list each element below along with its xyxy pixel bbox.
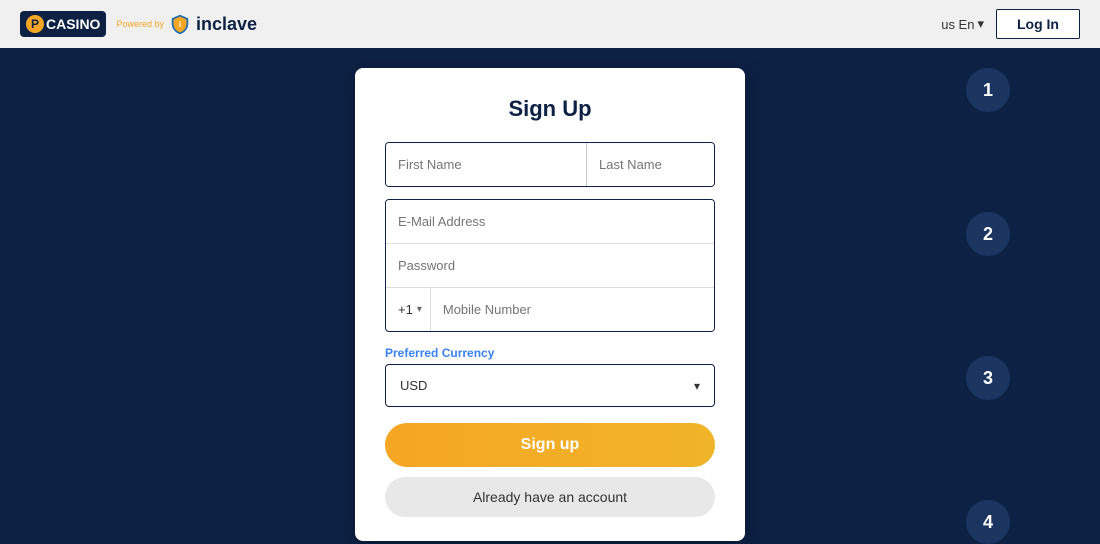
step-3-circle: 3 bbox=[966, 356, 1010, 400]
phone-prefix-text: +1 bbox=[398, 302, 413, 317]
punt-casino-text: CASINO bbox=[46, 16, 100, 32]
svg-text:i: i bbox=[179, 20, 181, 29]
signup-button[interactable]: Sign up bbox=[385, 423, 715, 467]
powered-by-text: Powered by bbox=[116, 19, 164, 30]
chevron-down-icon: ▾ bbox=[417, 304, 422, 315]
header-left: P CASINO Powered by i inclave bbox=[20, 11, 257, 37]
login-button[interactable]: Log In bbox=[996, 9, 1080, 39]
step-4-circle: 4 bbox=[966, 500, 1010, 544]
step-circles: 1 2 3 4 bbox=[966, 68, 1010, 544]
signup-card: Sign Up +1 ▾ Preferred Currency USD ▾ bbox=[355, 68, 745, 541]
chevron-down-icon: ▾ bbox=[694, 379, 700, 393]
already-have-account-button[interactable]: Already have an account bbox=[385, 477, 715, 517]
punt-p-letter: P bbox=[26, 15, 44, 33]
chevron-down-icon: ▾ bbox=[977, 16, 984, 32]
step-2-circle: 2 bbox=[966, 212, 1010, 256]
phone-prefix-selector[interactable]: +1 ▾ bbox=[386, 288, 431, 331]
currency-value: USD bbox=[400, 378, 427, 393]
currency-selector[interactable]: USD ▾ bbox=[385, 364, 715, 407]
inclave-logo: Powered by i inclave bbox=[116, 13, 257, 35]
punt-logo-box: P CASINO bbox=[20, 11, 106, 37]
header-right: us En ▾ Log In bbox=[941, 9, 1080, 39]
email-input[interactable] bbox=[386, 200, 714, 244]
punt-logo: P CASINO bbox=[20, 11, 106, 37]
language-text: us En bbox=[941, 17, 974, 32]
fields-group: +1 ▾ bbox=[385, 199, 715, 332]
main-content: Sign Up +1 ▾ Preferred Currency USD ▾ bbox=[0, 48, 1100, 541]
phone-input[interactable] bbox=[431, 288, 714, 331]
phone-row: +1 ▾ bbox=[386, 288, 714, 331]
password-input[interactable] bbox=[386, 244, 714, 288]
currency-label: Preferred Currency bbox=[385, 346, 715, 360]
language-selector[interactable]: us En ▾ bbox=[941, 16, 984, 32]
inclave-text: inclave bbox=[196, 14, 257, 35]
step-1-circle: 1 bbox=[966, 68, 1010, 112]
signup-title: Sign Up bbox=[385, 96, 715, 122]
inclave-shield-icon: i bbox=[169, 13, 191, 35]
name-row bbox=[385, 142, 715, 187]
header: P CASINO Powered by i inclave us En ▾ Lo… bbox=[0, 0, 1100, 48]
first-name-input[interactable] bbox=[386, 143, 587, 186]
last-name-input[interactable] bbox=[587, 143, 715, 186]
